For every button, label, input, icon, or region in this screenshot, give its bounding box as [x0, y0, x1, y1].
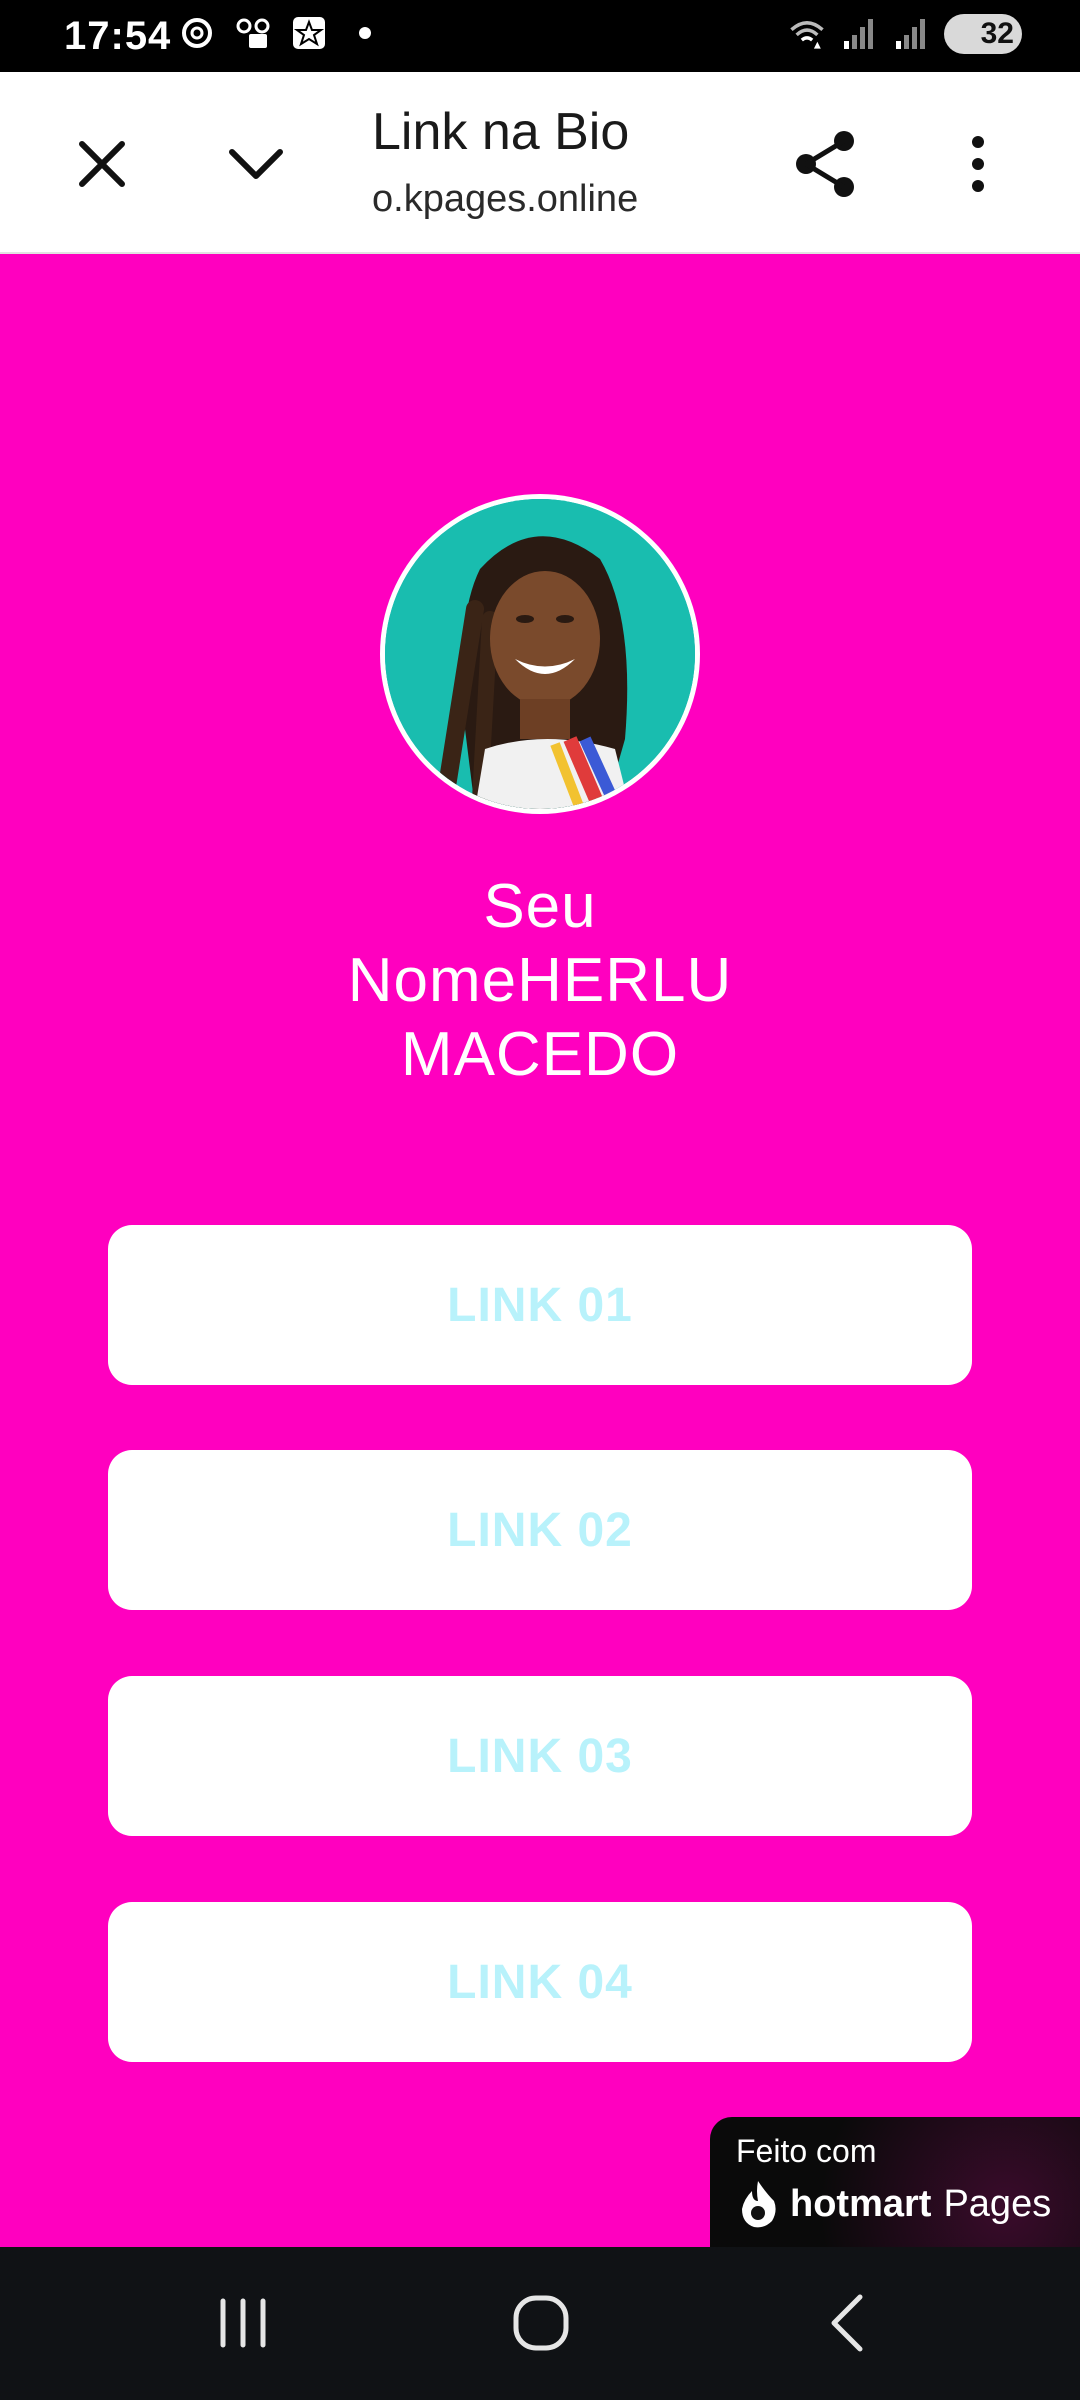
signal-icon: [840, 15, 878, 53]
profile-name: Seu NomeHERLU MACEDO: [240, 870, 840, 1092]
page-title: Link na Bio: [372, 103, 630, 161]
close-icon: [79, 141, 125, 187]
threads-icon: [178, 14, 216, 52]
recent-apps-icon: [220, 2298, 266, 2348]
system-navigation-bar: [0, 2247, 1080, 2400]
battery-icon: 32: [944, 14, 1022, 54]
profile-avatar: [380, 494, 700, 814]
link-button-label: LINK 03: [447, 1729, 633, 1783]
share-button[interactable]: [778, 116, 874, 212]
dot-icon: [346, 14, 384, 52]
profile-name-line2: NomeHERLU: [347, 946, 733, 1015]
made-with-hotmart-badge[interactable]: Feito com hotmart Pages: [710, 2117, 1080, 2247]
status-time: 17:54: [64, 14, 172, 58]
status-system-icons: 32: [788, 14, 1022, 54]
avatar-image: [385, 499, 695, 809]
link-button-label: LINK 01: [447, 1278, 633, 1332]
recent-apps-button[interactable]: [188, 2273, 298, 2373]
wifi-icon: [788, 15, 826, 53]
minimize-button[interactable]: [208, 116, 304, 212]
chevron-down-icon: [229, 149, 283, 179]
link-button-3[interactable]: LINK 03: [108, 1676, 972, 1836]
close-button[interactable]: [54, 116, 150, 212]
profile-name-line3: MACEDO: [400, 1020, 680, 1089]
browser-toolbar: Link na Bio o.kpages.online: [0, 72, 1080, 254]
badge-brand-row: hotmart Pages: [738, 2179, 1051, 2229]
badge-product: Pages: [943, 2182, 1052, 2225]
more-options-button[interactable]: [930, 116, 1026, 212]
signal-icon-2: [892, 15, 930, 53]
link-button-4[interactable]: LINK 04: [108, 1902, 972, 2062]
home-button[interactable]: [486, 2273, 596, 2373]
badge-caption: Feito com: [736, 2133, 877, 2169]
page-url: o.kpages.online: [372, 178, 639, 220]
home-icon: [513, 2295, 569, 2351]
badge-brand: hotmart: [790, 2182, 932, 2225]
star-icon: [290, 14, 328, 52]
link-button-label: LINK 04: [447, 1955, 633, 2009]
back-button[interactable]: [792, 2273, 902, 2373]
profile-name-line1: Seu: [483, 872, 597, 941]
hotmart-flame-icon: [742, 2181, 776, 2228]
voicemail-icon: [234, 14, 272, 52]
status-bar: 17:54 32: [0, 0, 1080, 72]
share-icon: [796, 131, 854, 197]
more-vert-icon: [972, 136, 984, 192]
link-button-1[interactable]: LINK 01: [108, 1225, 972, 1385]
back-icon: [831, 2294, 863, 2352]
link-button-2[interactable]: LINK 02: [108, 1450, 972, 1610]
battery-level: 32: [980, 17, 1014, 50]
link-button-label: LINK 02: [447, 1503, 633, 1557]
status-notification-icons: [178, 14, 384, 52]
